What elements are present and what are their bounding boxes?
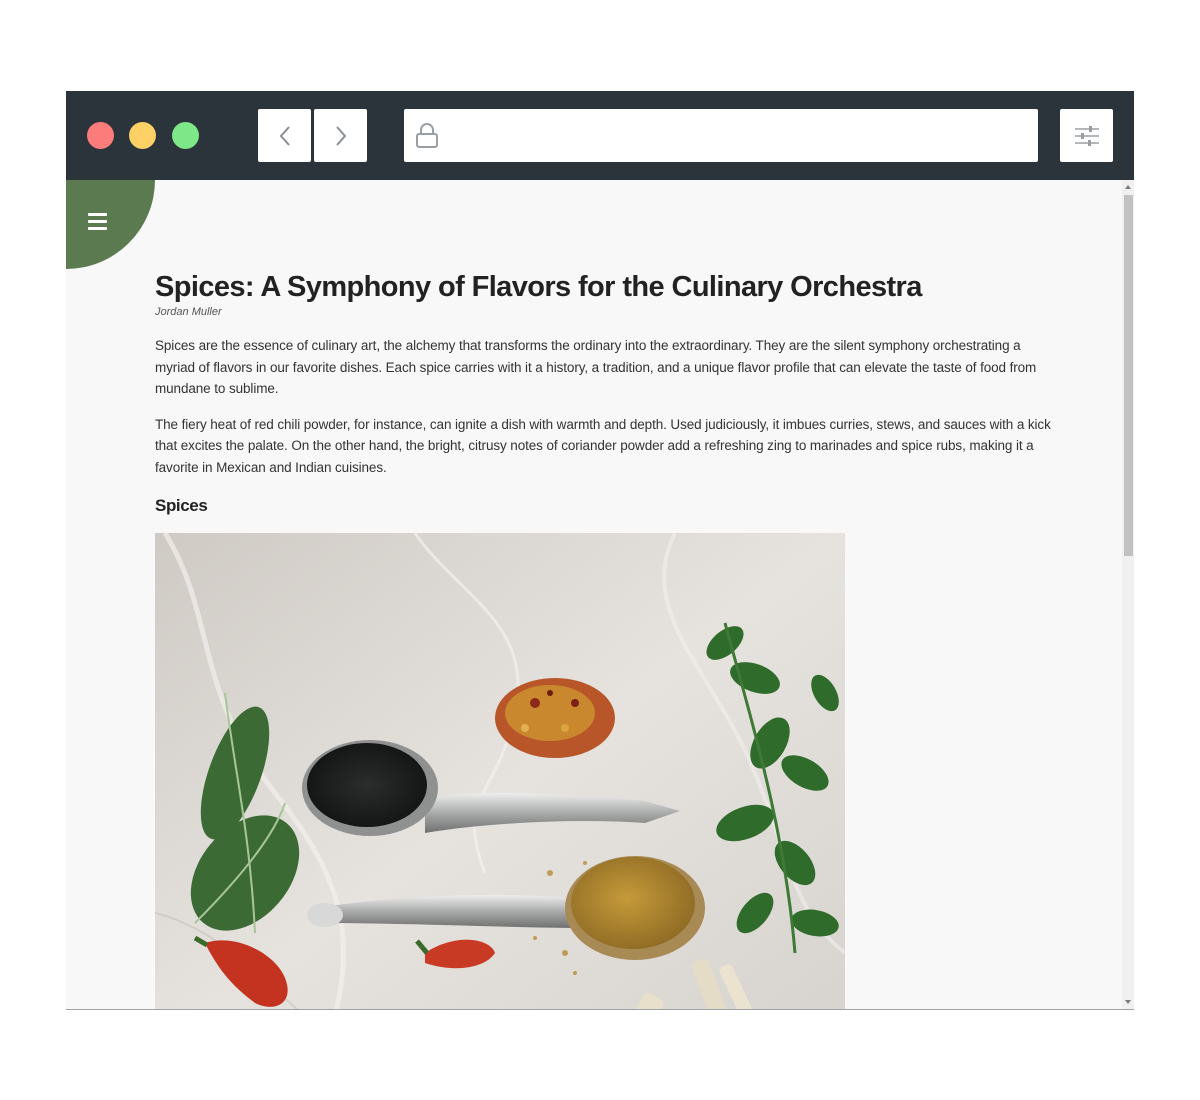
article-author: Jordan Muller (155, 306, 222, 318)
back-button[interactable] (258, 109, 311, 162)
browser-titlebar (66, 91, 1134, 180)
section-heading: Spices (155, 496, 208, 515)
maximize-window-button[interactable] (172, 122, 199, 149)
close-window-button[interactable] (87, 122, 114, 149)
menu-button[interactable] (66, 180, 155, 269)
browser-window: Spices: A Symphony of Flavors for the Cu… (66, 91, 1134, 1010)
scrollbar-thumb[interactable] (1124, 195, 1133, 556)
vertical-scrollbar[interactable] (1122, 180, 1134, 1009)
chevron-left-icon (279, 125, 290, 146)
settings-button[interactable] (1060, 109, 1113, 162)
address-bar[interactable] (404, 109, 1038, 162)
forward-button[interactable] (314, 109, 367, 162)
scroll-up-arrow-icon[interactable] (1125, 185, 1131, 189)
spices-photo (155, 533, 845, 1009)
page-viewport: Spices: A Symphony of Flavors for the Cu… (66, 180, 1122, 1009)
article-paragraph: Spices are the essence of culinary art, … (155, 338, 1037, 396)
hamburger-icon[interactable] (88, 213, 110, 233)
chevron-right-icon (335, 125, 346, 146)
spices-image (155, 533, 845, 1009)
minimize-window-button[interactable] (129, 122, 156, 149)
scroll-down-arrow-icon[interactable] (1125, 1000, 1131, 1004)
article-paragraph: The fiery heat of red chili powder, for … (155, 416, 1051, 475)
article: Spices: A Symphony of Flavors for the Cu… (155, 269, 1055, 1009)
lock-icon (416, 123, 438, 148)
address-input[interactable] (452, 119, 1026, 153)
article-title: Spices: A Symphony of Flavors for the Cu… (155, 271, 922, 303)
sliders-icon (1074, 125, 1099, 146)
